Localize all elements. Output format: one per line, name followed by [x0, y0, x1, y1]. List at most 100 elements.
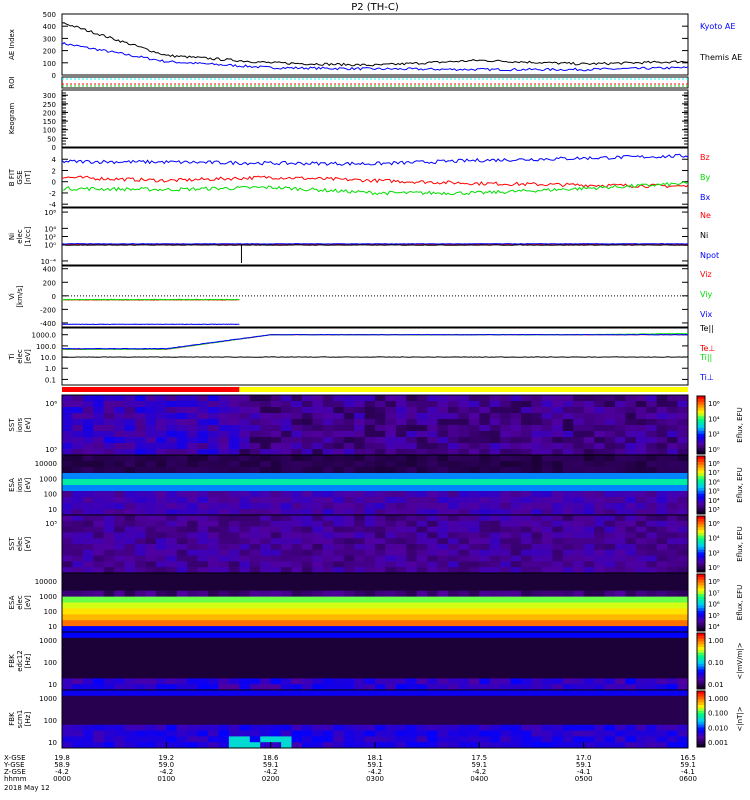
spectrogram-cell: [228, 455, 240, 462]
spectrogram-cell: [406, 425, 418, 432]
spectrogram-cell: [333, 701, 345, 708]
spectrogram-cell: [62, 578, 73, 586]
spectrogram-cell: [604, 561, 616, 568]
colorbar-esa-ion: [697, 456, 705, 515]
spectrogram-cell: [239, 443, 251, 450]
spectrogram-cell: [333, 526, 345, 533]
spectrogram-cell: [552, 655, 564, 662]
spectrogram-cell: [375, 395, 386, 402]
spectrogram-cell: [489, 538, 501, 545]
spectrogram-cell: [552, 461, 564, 468]
spectrogram-cell: [312, 555, 324, 562]
spectrogram-cell: [166, 596, 178, 603]
spectrogram-cell: [562, 608, 574, 615]
spectrogram-cell: [458, 596, 470, 603]
spectrogram-cell: [552, 425, 564, 432]
spectrogram-cell: [521, 526, 532, 533]
spectrogram-cell: [114, 678, 126, 685]
spectrogram-cell: [594, 515, 605, 522]
spectrogram-cell: [375, 620, 386, 627]
spectrogram-cell: [155, 520, 167, 528]
spectrogram-cell: [135, 578, 146, 586]
spectrogram-cell: [93, 690, 105, 697]
spectrogram-cell: [93, 515, 105, 522]
spectrogram-cell: [302, 413, 313, 420]
spectrogram-cell: [333, 672, 345, 679]
spectrogram-cell: [249, 455, 261, 462]
spectrogram-cell: [583, 443, 595, 450]
spectrogram-cell: [82, 526, 94, 533]
spectrogram-cell: [93, 425, 105, 432]
spectrogram-cell: [333, 503, 345, 510]
spectrogram-cell: [625, 736, 637, 743]
spectrogram-cell: [646, 596, 658, 603]
spectrogram-cell: [448, 661, 459, 668]
spectrogram-cell: [103, 584, 115, 592]
spectrogram-cell: [573, 695, 585, 703]
spectrogram-cell: [375, 520, 386, 528]
spectrogram-cell: [521, 707, 532, 714]
spectrogram-cell: [510, 437, 522, 444]
colorbar-cell: [697, 448, 705, 452]
spectrogram-cell: [364, 655, 376, 662]
spectrogram-cell: [562, 649, 574, 656]
spectrogram-cell: [72, 701, 84, 708]
spectrogram-cell: [458, 526, 470, 533]
spectrogram-cell: [239, 461, 251, 468]
spectrogram-cell: [510, 672, 522, 679]
spectrogram-cell: [604, 473, 616, 480]
spectrogram-cell: [124, 695, 136, 703]
spectrogram-cell: [521, 602, 532, 609]
spectrogram-cell: [468, 431, 480, 438]
spectrogram-cell: [427, 730, 439, 737]
spectrogram-cell: [249, 431, 261, 438]
spectrogram-cell: [385, 431, 397, 438]
spectrogram-cell: [458, 443, 470, 450]
spectrogram-cell: [239, 602, 251, 609]
spectrogram-cell: [583, 561, 595, 568]
spectrogram-cell: [583, 602, 595, 609]
spectrogram-cell: [395, 678, 407, 685]
spectrogram-cell: [656, 425, 668, 432]
spectrogram-cell: [176, 497, 188, 504]
spectrogram-cell: [302, 614, 313, 621]
spectrogram-cell: [124, 701, 136, 708]
spectrogram-cell: [583, 573, 595, 580]
spectrogram-cell: [479, 713, 491, 720]
spectrogram-cell: [635, 413, 647, 420]
spectrogram-cell: [218, 736, 230, 743]
spectrogram-cell: [541, 596, 553, 603]
spectrogram-cell: [500, 649, 512, 656]
spectrogram-cell: [291, 532, 303, 539]
spectrogram-cell: [646, 614, 658, 621]
spectrogram-sst-ion: [62, 395, 689, 456]
spectrogram-cell: [385, 620, 397, 627]
spectrogram-cell: [448, 649, 459, 656]
spectrogram-cell: [145, 596, 157, 603]
panel-label-ni: elec: [16, 229, 24, 244]
spectrogram-cell: [124, 573, 136, 580]
spectrogram-cell: [510, 461, 522, 468]
spectrogram-cell: [656, 407, 668, 414]
spectrogram-cell: [228, 614, 240, 621]
spectrogram-cell: [218, 678, 230, 685]
colorbar-tick-label: 10⁶: [708, 400, 720, 408]
spectrogram-cell: [103, 443, 115, 450]
spectrogram-cell: [114, 707, 126, 714]
spectrogram-cell: [510, 526, 522, 533]
spectrogram-cell: [155, 730, 167, 737]
spectrogram-cell: [448, 678, 459, 685]
spectrogram-cell: [615, 655, 626, 662]
spectrogram-cell: [625, 643, 637, 650]
spectrogram-cell: [468, 538, 480, 545]
spectrogram-cell: [385, 690, 397, 697]
spectrogram-cell: [552, 532, 564, 539]
spectrogram-cell: [312, 538, 324, 545]
spectrogram-cell: [531, 473, 543, 480]
spectrogram-cell: [82, 666, 94, 674]
spectrogram-cell: [395, 485, 407, 492]
spectrogram-cell: [541, 443, 553, 450]
spectrogram-cell: [145, 419, 157, 426]
spectrogram-cell: [500, 573, 512, 580]
spectrogram-cell: [291, 497, 303, 504]
